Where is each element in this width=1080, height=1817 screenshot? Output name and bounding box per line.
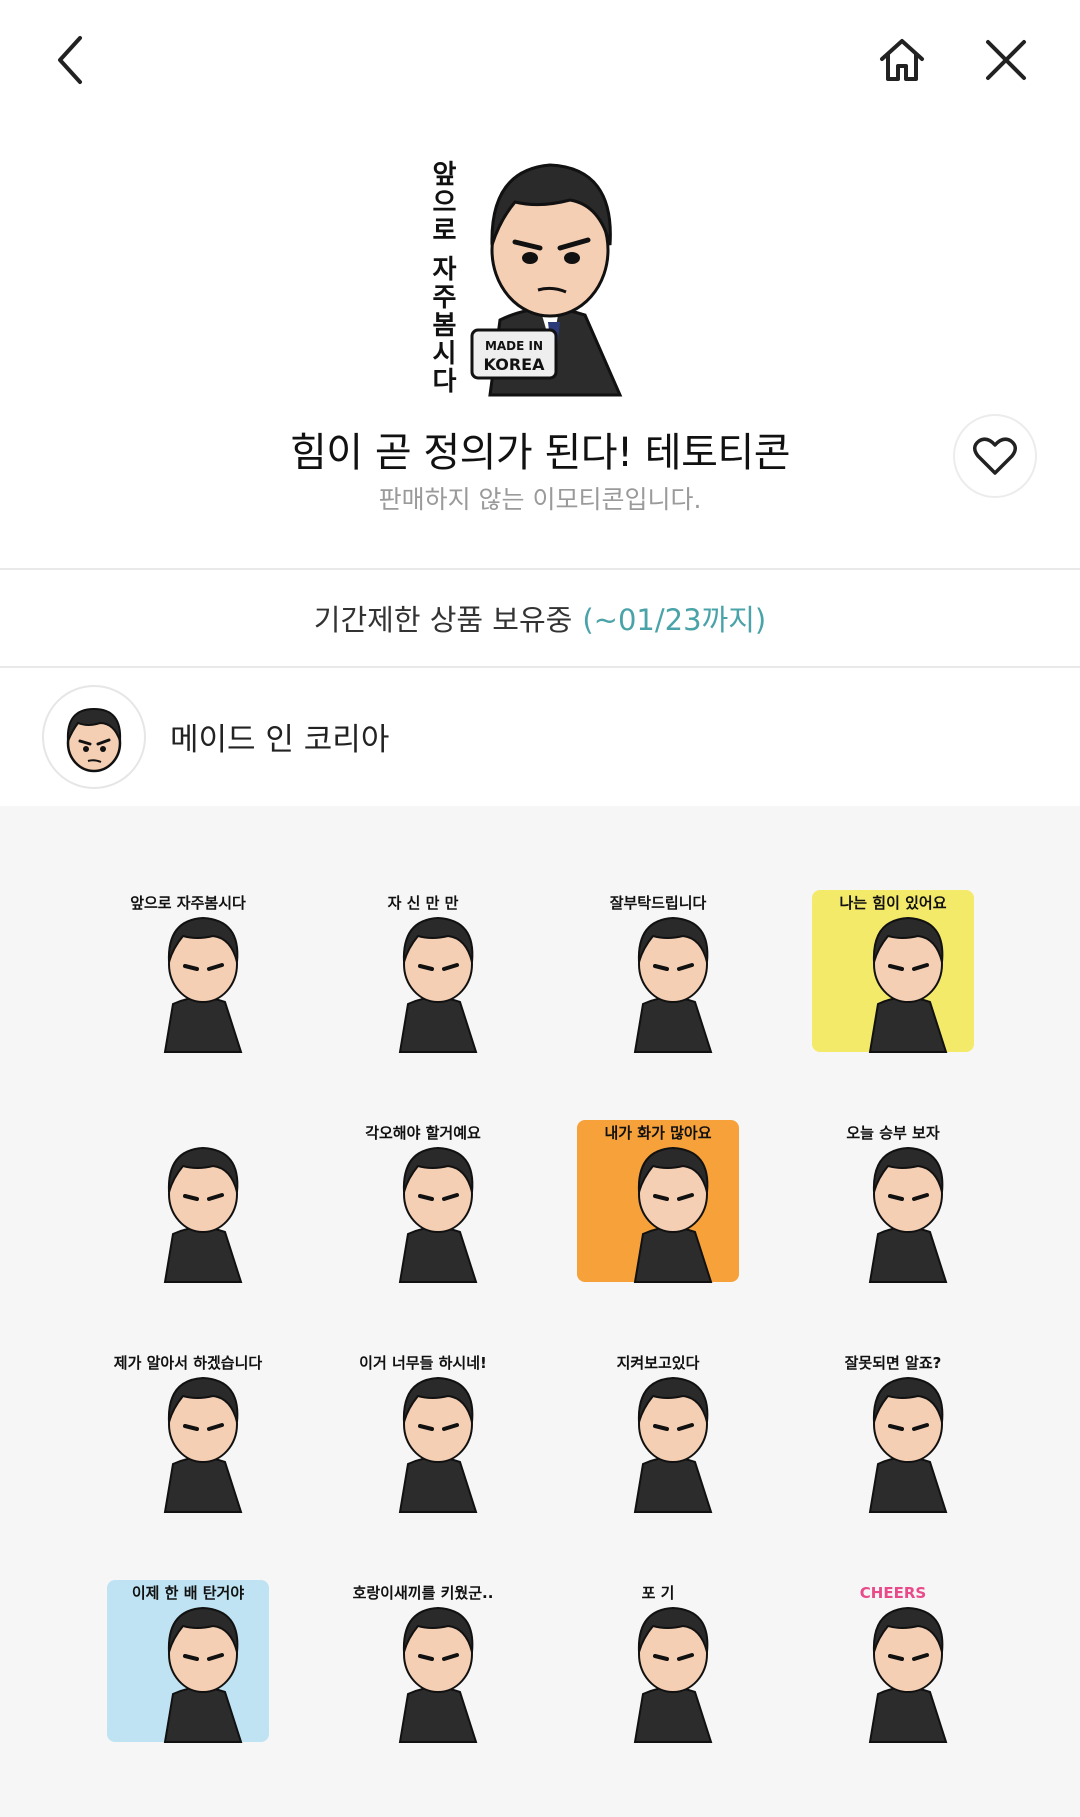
sticker-image: 호랑이새끼를 키웠군..: [352, 1584, 493, 1743]
sticker-caption: 자 신 만 만: [387, 894, 458, 912]
home-icon: [880, 39, 924, 81]
sticker-caption: CHEERS: [859, 1584, 925, 1602]
heart-outline-icon: [973, 437, 1017, 475]
sticker-caption: 각오해야 할거예요: [365, 1124, 481, 1142]
author-row[interactable]: 메이드 인 코리아: [0, 668, 1080, 806]
close-icon: [986, 40, 1026, 80]
sticker-character-body: [163, 1226, 242, 1283]
sticker-item[interactable]: 오늘 승부 보자: [775, 1086, 1010, 1316]
sticker-item[interactable]: 이제 한 배 탄거야: [70, 1546, 305, 1776]
hero-badge-line2: KOREA: [484, 355, 546, 374]
sticker-image: 잘부탁드립니다: [609, 894, 712, 1053]
sticker-character-body: [398, 996, 477, 1053]
sticker-image: 내가 화가 많아요: [576, 1120, 739, 1283]
sticker-item[interactable]: 앞으로 자주봄시다: [70, 856, 305, 1086]
sticker-caption: 앞으로 자주봄시다: [130, 894, 246, 912]
sticker-image: 지켜보고있다: [616, 1354, 712, 1513]
sticker-item[interactable]: 포 기: [540, 1546, 775, 1776]
product-subtitle: 판매하지 않는 이모티콘입니다.: [378, 485, 702, 514]
sticker-item[interactable]: 내가 화가 많아요: [540, 1086, 775, 1316]
chevron-left-icon: [58, 36, 82, 84]
sticker-item[interactable]: 잘못되면 알죠?: [775, 1316, 1010, 1546]
sticker-item[interactable]: 호랑이새끼를 키웠군..: [305, 1546, 540, 1776]
sticker-character-body: [633, 1456, 712, 1513]
sticker-image: [163, 1146, 242, 1283]
sticker-caption: 제가 알아서 하겠습니다: [113, 1354, 262, 1372]
sticker-caption: 지켜보고있다: [616, 1354, 699, 1372]
sticker-caption: 잘부탁드립니다: [609, 894, 706, 912]
sticker-item[interactable]: [70, 1086, 305, 1316]
sticker-item[interactable]: 지켜보고있다: [540, 1316, 775, 1546]
sticker-image: 잘못되면 알죠?: [844, 1354, 947, 1513]
hero-caption: 앞으로 자주봄시다: [427, 160, 457, 395]
close-button[interactable]: [974, 28, 1038, 92]
hero-sticker-image: 앞으로 자주봄시다 MADE IN KOREA: [420, 130, 660, 400]
sticker-caption: 나는 힘이 있어요: [839, 894, 946, 912]
sticker-item[interactable]: 나는 힘이 있어요: [775, 856, 1010, 1086]
sticker-item[interactable]: 제가 알아서 하겠습니다: [70, 1316, 305, 1546]
sticker-character-body: [633, 996, 712, 1053]
sticker-image: 이제 한 배 탄거야: [106, 1580, 269, 1743]
sticker-character-body: [398, 1456, 477, 1513]
author-name: 메이드 인 코리아: [170, 722, 390, 758]
sticker-image: 제가 알아서 하겠습니다: [113, 1354, 262, 1513]
limited-label: 기간제한 상품 보유중: [313, 603, 573, 637]
product-hero: 앞으로 자주봄시다 MADE IN KOREA 힘이 곧 정의가 된다! 테토티…: [0, 120, 1080, 570]
author-avatar: [42, 685, 146, 789]
product-title: 힘이 곧 정의가 된다! 테토티콘: [290, 430, 791, 476]
sticker-item[interactable]: CHEERS: [775, 1546, 1010, 1776]
sticker-image: 나는 힘이 있어요: [811, 890, 974, 1053]
sticker-character-body: [868, 1456, 947, 1513]
back-button[interactable]: [38, 28, 102, 92]
sticker-character-body: [398, 1686, 477, 1743]
sticker-grid: 앞으로 자주봄시다 자 신 만 만 잘부탁드립니다 나는 힘이 있어요각오해야 할거예…: [70, 856, 1010, 1776]
limited-until: (~01/23까지): [582, 603, 767, 637]
sticker-item[interactable]: 잘부탁드립니다: [540, 856, 775, 1086]
sticker-character-body: [633, 1686, 712, 1743]
sticker-caption: 이거 너무들 하시네!: [359, 1354, 487, 1372]
sticker-grid-section: 앞으로 자주봄시다 자 신 만 만 잘부탁드립니다 나는 힘이 있어요각오해야 할거예…: [0, 806, 1080, 1817]
sticker-caption: 잘못되면 알죠?: [844, 1354, 941, 1372]
sticker-character-body: [398, 1226, 477, 1283]
hero-badge-line1: MADE IN: [485, 339, 543, 353]
sticker-character-body: [163, 1456, 242, 1513]
sticker-caption: 내가 화가 많아요: [604, 1124, 711, 1142]
sticker-character-body: [868, 1686, 947, 1743]
sticker-image: 포 기: [633, 1584, 712, 1743]
limited-period-notice: 기간제한 상품 보유중 (~01/23까지): [0, 570, 1080, 666]
home-button[interactable]: [870, 28, 934, 92]
sticker-item[interactable]: 이거 너무들 하시네!: [305, 1316, 540, 1546]
sticker-caption: 오늘 승부 보자: [846, 1124, 939, 1142]
sticker-image: CHEERS: [859, 1584, 947, 1743]
sticker-image: 이거 너무들 하시네!: [359, 1354, 487, 1513]
sticker-image: 자 신 만 만: [387, 894, 477, 1053]
sticker-image: 각오해야 할거예요: [365, 1124, 481, 1283]
sticker-item[interactable]: 각오해야 할거예요: [305, 1086, 540, 1316]
sticker-character-body: [868, 1226, 947, 1283]
sticker-image: 앞으로 자주봄시다: [130, 894, 246, 1053]
sticker-caption: 포 기: [641, 1584, 674, 1602]
top-bar: [0, 0, 1080, 120]
sticker-caption: 호랑이새끼를 키웠군..: [352, 1584, 493, 1602]
sticker-character-body: [163, 996, 242, 1053]
sticker-image: 오늘 승부 보자: [846, 1124, 947, 1283]
sticker-caption: 이제 한 배 탄거야: [131, 1584, 243, 1602]
like-button[interactable]: [953, 414, 1037, 498]
sticker-item[interactable]: 자 신 만 만: [305, 856, 540, 1086]
